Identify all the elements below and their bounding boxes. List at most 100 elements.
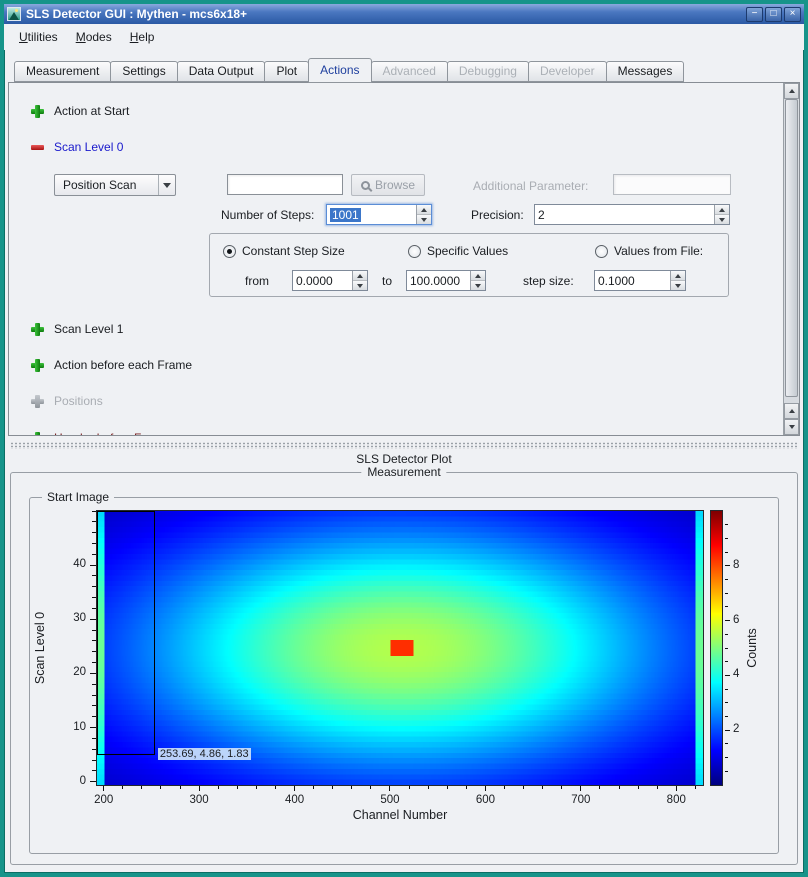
expand-plus-icon[interactable] bbox=[31, 105, 44, 118]
start-image-groupbox: Start Image Scan Level 0 Counts Channel … bbox=[29, 497, 779, 854]
to-spinbox[interactable]: 100.0000 bbox=[406, 270, 486, 291]
spin-up-button[interactable] bbox=[471, 271, 485, 281]
values-from-file-radio[interactable]: Values from File: bbox=[595, 244, 703, 258]
spin-down-button[interactable] bbox=[471, 281, 485, 290]
tab-settings[interactable]: Settings bbox=[110, 61, 177, 82]
spin-down-button[interactable] bbox=[715, 215, 729, 224]
tab-data-output[interactable]: Data Output bbox=[177, 61, 266, 82]
scrollbar-thumb[interactable] bbox=[785, 99, 798, 397]
y-tick-label: 0 bbox=[50, 775, 86, 787]
colorbar-minor-tick bbox=[725, 771, 728, 772]
from-spinbox[interactable]: 0.0000 bbox=[292, 270, 368, 291]
spin-up-button[interactable] bbox=[353, 271, 367, 281]
tab-measurement[interactable]: Measurement bbox=[14, 61, 111, 82]
heatmap-canvas[interactable] bbox=[96, 510, 704, 786]
step-size-spinbox[interactable]: 0.1000 bbox=[594, 270, 686, 291]
radio-icon[interactable] bbox=[595, 245, 608, 258]
radio-selected-icon[interactable] bbox=[223, 245, 236, 258]
expand-plus-icon[interactable] bbox=[31, 432, 44, 437]
titlebar[interactable]: SLS Detector GUI : Mythen - mcs6x18+ −□× bbox=[4, 4, 804, 24]
action-at-start-label: Action at Start bbox=[54, 104, 129, 118]
constant-step-radio[interactable]: Constant Step Size bbox=[223, 244, 345, 258]
x-minor-tick bbox=[122, 786, 123, 789]
y-minor-tick bbox=[92, 511, 96, 512]
script-input[interactable] bbox=[227, 174, 343, 195]
x-minor-tick bbox=[523, 786, 524, 789]
tracker-readout: 253.69, 4.86, 1.83 bbox=[158, 748, 251, 760]
spin-down-button[interactable] bbox=[671, 281, 685, 290]
x-tick bbox=[103, 786, 104, 791]
x-tick bbox=[294, 786, 295, 791]
menu-modes[interactable]: Modes bbox=[67, 27, 121, 47]
x-tick-label: 200 bbox=[84, 794, 124, 806]
x-tick-label: 300 bbox=[179, 794, 219, 806]
additional-parameter-input bbox=[613, 174, 731, 195]
precision-spinbox[interactable]: 2 bbox=[534, 204, 730, 225]
measurement-groupbox: Measurement Start Image Scan Level 0 Cou… bbox=[10, 472, 798, 865]
radio-icon[interactable] bbox=[408, 245, 421, 258]
x-minor-tick bbox=[256, 786, 257, 789]
number-of-steps-value[interactable]: 1001 bbox=[330, 208, 361, 222]
actions-tab-panel: Action at Start Scan Level 0 Position Sc… bbox=[8, 82, 800, 436]
number-of-steps-spinbox[interactable]: 1001 bbox=[326, 204, 432, 225]
spin-down-button[interactable] bbox=[417, 215, 431, 224]
scroll-up-button-bottom[interactable] bbox=[784, 403, 799, 419]
spin-down-button[interactable] bbox=[353, 281, 367, 290]
app-icon bbox=[7, 7, 21, 21]
tab-actions[interactable]: Actions bbox=[308, 58, 371, 83]
vertical-scrollbar[interactable] bbox=[783, 83, 799, 435]
menu-help[interactable]: Help bbox=[121, 27, 164, 47]
colorbar-tick bbox=[725, 620, 730, 621]
tab-advanced: Advanced bbox=[371, 61, 448, 82]
colorbar-tick bbox=[725, 730, 730, 731]
menu-utilities[interactable]: Utilities bbox=[10, 27, 67, 47]
splitter-handle[interactable] bbox=[10, 442, 798, 449]
y-minor-tick bbox=[92, 532, 96, 533]
colorbar-tick bbox=[725, 565, 730, 566]
constant-step-label: Constant Step Size bbox=[242, 244, 345, 258]
x-minor-tick bbox=[638, 786, 639, 789]
maximize-button[interactable]: □ bbox=[765, 7, 782, 22]
scan-level-1-label: Scan Level 1 bbox=[54, 322, 123, 336]
collapse-minus-icon[interactable] bbox=[31, 141, 44, 154]
close-button[interactable]: × bbox=[784, 7, 801, 22]
combo-dropdown-arrow[interactable] bbox=[158, 175, 175, 195]
scroll-up-button[interactable] bbox=[784, 83, 799, 99]
measurement-group-title: Measurement bbox=[361, 465, 446, 479]
header-before-frame-label: Header before Frame bbox=[54, 431, 169, 436]
to-value[interactable]: 100.0000 bbox=[407, 271, 470, 290]
y-minor-tick bbox=[92, 608, 96, 609]
colorbar-minor-tick bbox=[725, 552, 728, 553]
x-minor-tick bbox=[237, 786, 238, 789]
step-size-value[interactable]: 0.1000 bbox=[595, 271, 670, 290]
precision-value[interactable]: 2 bbox=[535, 205, 714, 224]
colorbar-minor-tick bbox=[725, 593, 728, 594]
colorbar-tick-label: 4 bbox=[733, 668, 751, 680]
expand-plus-icon[interactable] bbox=[31, 323, 44, 336]
expand-plus-icon[interactable] bbox=[31, 359, 44, 372]
step-size-label: step size: bbox=[523, 270, 574, 291]
x-minor-tick bbox=[561, 786, 562, 789]
scroll-down-button[interactable] bbox=[784, 419, 799, 435]
x-minor-tick bbox=[275, 786, 276, 789]
y-tick bbox=[90, 727, 96, 728]
x-minor-tick bbox=[160, 786, 161, 789]
colorbar-minor-tick bbox=[725, 743, 728, 744]
tab-developer: Developer bbox=[528, 61, 607, 82]
precision-label: Precision: bbox=[471, 204, 524, 225]
from-value[interactable]: 0.0000 bbox=[293, 271, 352, 290]
y-minor-tick bbox=[92, 760, 96, 761]
tab-messages[interactable]: Messages bbox=[606, 61, 685, 82]
scan-mode-combobox[interactable]: Position Scan bbox=[54, 174, 176, 196]
positions-row: Positions bbox=[31, 393, 103, 409]
colorbar-minor-tick bbox=[725, 538, 728, 539]
minimize-button[interactable]: − bbox=[746, 7, 763, 22]
spin-up-button[interactable] bbox=[715, 205, 729, 215]
tab-plot[interactable]: Plot bbox=[264, 61, 309, 82]
app-window: SLS Detector GUI : Mythen - mcs6x18+ −□×… bbox=[0, 0, 808, 877]
menubar: UtilitiesModesHelp bbox=[4, 24, 804, 50]
specific-values-radio[interactable]: Specific Values bbox=[408, 244, 508, 258]
spin-up-button[interactable] bbox=[671, 271, 685, 281]
spin-up-button[interactable] bbox=[417, 205, 431, 215]
y-minor-tick bbox=[92, 770, 96, 771]
